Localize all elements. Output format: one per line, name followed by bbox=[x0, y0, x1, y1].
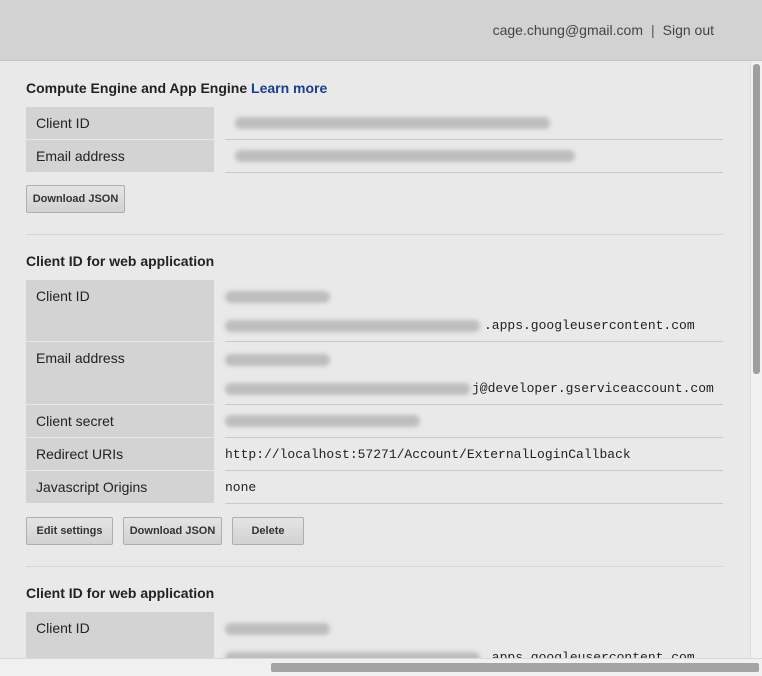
redacted-value bbox=[225, 415, 420, 427]
redirect-uris-value: http://localhost:57271/Account/ExternalL… bbox=[225, 437, 723, 471]
client-id-value: .apps.googleusercontent.com bbox=[225, 279, 723, 342]
email-row: Email address bbox=[26, 139, 723, 173]
download-json-button[interactable]: Download JSON bbox=[123, 517, 222, 545]
redirect-uri: http://localhost:57271/Account/ExternalL… bbox=[225, 447, 631, 462]
client-secret-label: Client secret bbox=[26, 404, 214, 437]
redacted-value bbox=[225, 291, 330, 303]
divider bbox=[26, 234, 723, 235]
redacted-value bbox=[225, 354, 330, 366]
client-id-value bbox=[225, 106, 723, 140]
client-id-label: Client ID bbox=[26, 106, 214, 139]
client-id-row: Client ID bbox=[26, 106, 723, 140]
email-row: Email address j@developer.gserviceaccoun… bbox=[26, 341, 723, 405]
client-secret-row: Client secret bbox=[26, 404, 723, 438]
email-label: Email address bbox=[26, 341, 214, 404]
account-area: cage.chung@gmail.com | Sign out bbox=[493, 22, 714, 38]
account-email: cage.chung@gmail.com bbox=[492, 22, 643, 38]
learn-more-link[interactable]: Learn more bbox=[251, 80, 327, 96]
section-title: Compute Engine and App Engine Learn more bbox=[26, 80, 327, 96]
javascript-origins-row: Javascript Origins none bbox=[26, 470, 723, 504]
main-content: Compute Engine and App Engine Learn more… bbox=[0, 61, 750, 658]
horizontal-scrollbar[interactable] bbox=[0, 658, 762, 676]
horizontal-scroll-thumb[interactable] bbox=[271, 663, 759, 672]
redirect-uris-label: Redirect URIs bbox=[26, 437, 214, 470]
vertical-scroll-thumb[interactable] bbox=[753, 64, 760, 374]
separator: | bbox=[650, 22, 655, 38]
email-value: j@developer.gserviceaccount.com bbox=[225, 341, 723, 405]
redacted-value bbox=[225, 320, 480, 332]
redacted-value bbox=[225, 623, 330, 635]
client-id-suffix: .apps.googleusercontent.com bbox=[484, 650, 695, 658]
redacted-value bbox=[225, 383, 470, 395]
client-id-row: Client ID .apps.googleusercontent.com bbox=[26, 279, 723, 342]
email-suffix: j@developer.gserviceaccount.com bbox=[472, 381, 714, 396]
client-id-label: Client ID bbox=[26, 279, 214, 341]
client-id-value: .apps.googleusercontent.com bbox=[225, 611, 723, 658]
redacted-value bbox=[235, 150, 575, 162]
client-id-label: Client ID bbox=[26, 611, 214, 658]
section-title: Client ID for web application bbox=[26, 585, 215, 601]
sign-out-link[interactable]: Sign out bbox=[663, 22, 714, 38]
javascript-origins-label: Javascript Origins bbox=[26, 470, 214, 503]
download-json-button[interactable]: Download JSON bbox=[26, 185, 125, 213]
email-label: Email address bbox=[26, 139, 214, 172]
divider bbox=[26, 566, 723, 567]
delete-button[interactable]: Delete bbox=[232, 517, 304, 545]
redirect-uris-row: Redirect URIs http://localhost:57271/Acc… bbox=[26, 437, 723, 471]
section-title-text: Compute Engine and App Engine bbox=[26, 80, 248, 96]
client-id-row: Client ID .apps.googleusercontent.com bbox=[26, 611, 723, 658]
client-secret-value bbox=[225, 404, 723, 438]
redacted-value bbox=[235, 117, 550, 129]
client-id-suffix: .apps.googleusercontent.com bbox=[484, 318, 695, 333]
edit-settings-button[interactable]: Edit settings bbox=[26, 517, 113, 545]
javascript-origins-value: none bbox=[225, 470, 723, 504]
section-title: Client ID for web application bbox=[26, 253, 215, 269]
origins-value: none bbox=[225, 480, 257, 495]
email-value bbox=[225, 139, 723, 173]
top-bar: cage.chung@gmail.com | Sign out bbox=[0, 0, 762, 61]
vertical-scrollbar[interactable] bbox=[750, 61, 762, 658]
